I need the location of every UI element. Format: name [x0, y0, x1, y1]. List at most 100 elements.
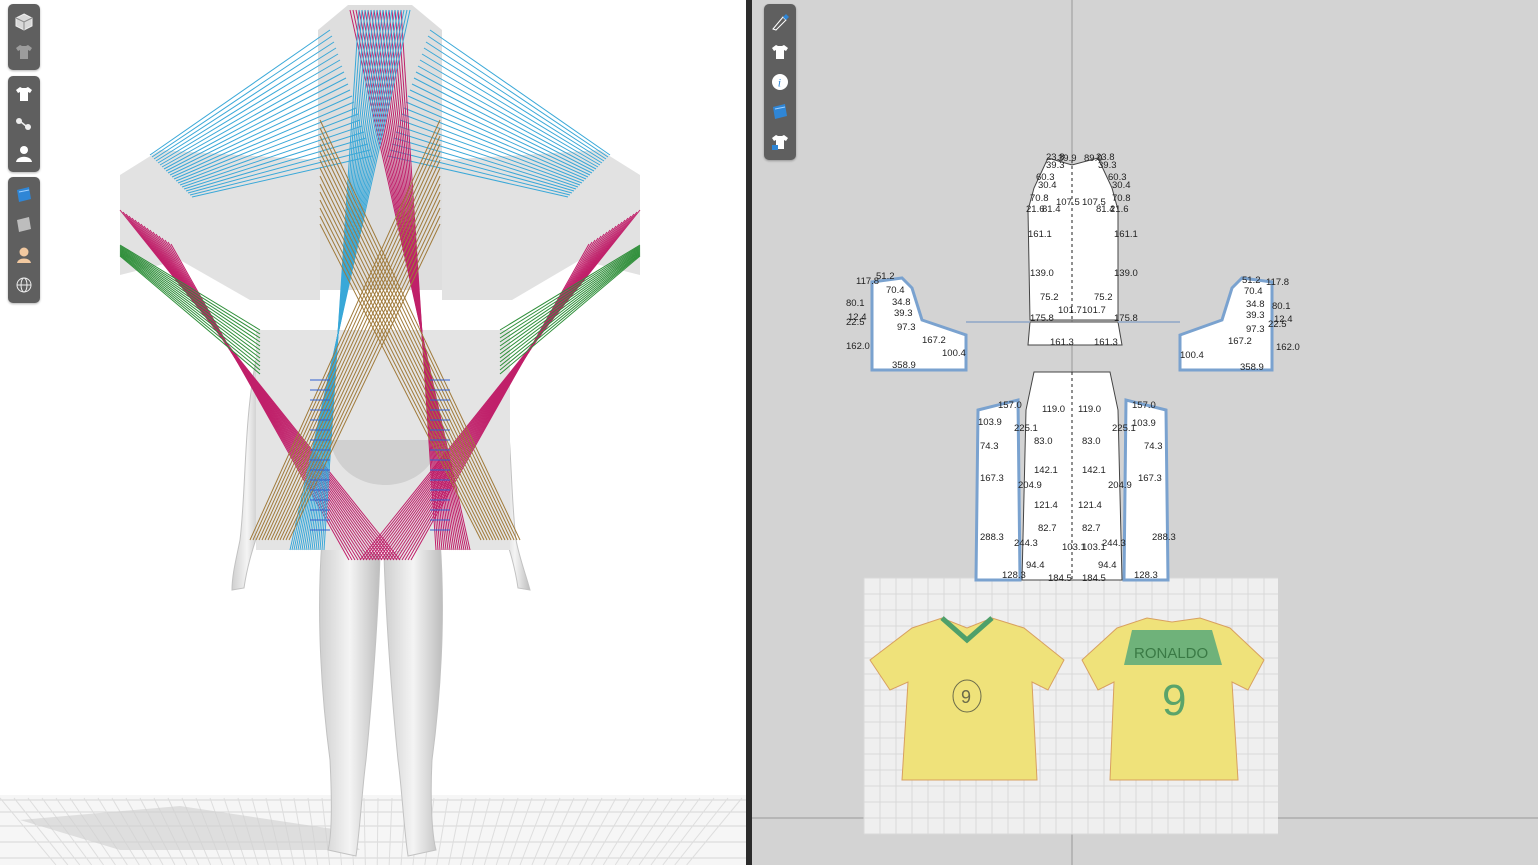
measurement-label: 121.4	[1034, 500, 1058, 511]
measurement-label: 142.1	[1034, 465, 1058, 476]
measurement-label: 204.9	[1108, 480, 1132, 491]
measurement-label: 83.0	[1034, 436, 1053, 447]
floor-grid	[0, 795, 746, 865]
measurement-label: 288.3	[1152, 532, 1176, 543]
measurement-label: 139.0	[1030, 268, 1054, 279]
measurement-label: 34.8	[892, 297, 911, 308]
measurement-label: 119.0	[1042, 404, 1065, 415]
avatar-skin-icon[interactable]	[8, 240, 40, 270]
measurement-label: 128.3	[1134, 570, 1158, 581]
cube-icon[interactable]	[8, 7, 40, 37]
measurement-label: 74.3	[980, 441, 999, 452]
measurement-label: 97.3	[1246, 324, 1265, 335]
measurement-label: 167.2	[1228, 336, 1252, 347]
measurement-label: 70.8	[1112, 193, 1131, 204]
measurement-label: 30.4	[1038, 180, 1057, 191]
measurement-label: 30.4	[1112, 180, 1131, 191]
lock-shirt-icon[interactable]	[764, 127, 796, 157]
measurement-label: 75.2	[1040, 292, 1059, 303]
measurement-label: 175.8	[1030, 313, 1054, 324]
garment-panels[interactable]	[120, 5, 640, 550]
measurement-label: 94.4	[1098, 560, 1117, 571]
measurement-label: 204.9	[1018, 480, 1042, 491]
measurement-label: 101.7	[1082, 305, 1106, 316]
measurement-label: 101.7	[1058, 305, 1082, 316]
3d-viewport[interactable]	[0, 0, 746, 865]
measurement-label: 34.8	[1246, 299, 1265, 310]
back-number-label: 9	[1162, 676, 1186, 725]
svg-text:i: i	[778, 76, 781, 90]
measurement-label: 83.0	[1082, 436, 1101, 447]
measurement-label: 225.1	[1014, 423, 1038, 434]
measurement-label: 121.4	[1078, 500, 1102, 511]
measurement-label: 39.3	[894, 308, 913, 319]
info-icon[interactable]: i	[764, 67, 796, 97]
sewing-icon[interactable]	[8, 109, 40, 139]
measurement-label: 51.2	[876, 271, 895, 282]
measurement-label: 157.0	[1132, 400, 1156, 411]
measurement-label: 244.3	[1014, 538, 1038, 549]
measurement-label: 119.0	[1078, 404, 1101, 415]
avatar-icon[interactable]	[8, 139, 40, 169]
measurement-label: 162.0	[846, 341, 870, 352]
measurement-label: 39.3	[1246, 310, 1265, 321]
measurement-label: 94.4	[1026, 560, 1045, 571]
2d-toolbar: i	[764, 4, 796, 160]
measurement-label: 103.1	[1082, 542, 1106, 553]
back-name-label: RONALDO	[1134, 645, 1208, 662]
measurement-label: 97.3	[897, 322, 916, 333]
measurement-label: 80.1	[1272, 301, 1291, 312]
measurement-label: 100.4	[1180, 350, 1204, 361]
measurement-label: 81.4	[1096, 204, 1115, 215]
3d-toolbar-group-2	[8, 76, 40, 172]
measurement-label: 81.4	[1042, 204, 1061, 215]
measurement-label: 184.5	[1082, 573, 1106, 584]
measurement-label: 358.9	[892, 360, 916, 371]
measurement-label: 75.2	[1094, 292, 1113, 303]
measurement-label: 70.8	[1030, 193, 1049, 204]
3d-toolbar-group-1	[8, 4, 40, 70]
globe-icon[interactable]	[8, 270, 40, 300]
measurement-label: 167.3	[980, 473, 1004, 484]
shirt-gray-icon[interactable]	[8, 37, 40, 67]
measurement-label: 162.0	[1276, 342, 1300, 353]
measurement-label: 225.1	[1112, 423, 1136, 434]
3d-scene	[0, 5, 746, 865]
measurement-label: 358.9	[1240, 362, 1264, 373]
measurement-label: 70.4	[886, 285, 905, 296]
measurement-label: 100.4	[942, 348, 966, 359]
measurement-label: 70.4	[1244, 286, 1263, 297]
2d-pattern-canvas: 9 RONALDO 9 117.851.270.434.880.112.422.…	[752, 0, 1538, 865]
measurement-label: 157.0	[998, 400, 1022, 411]
reference-image[interactable]: 9 RONALDO 9	[863, 577, 1278, 835]
pen-icon[interactable]	[764, 7, 796, 37]
measurement-label: 167.3	[1138, 473, 1162, 484]
front-number-label: 9	[961, 687, 971, 707]
fabric-dark-icon[interactable]	[8, 210, 40, 240]
measurement-label: 175.8	[1114, 313, 1138, 324]
measurement-label: 22.5	[846, 317, 865, 328]
measurement-label: 167.2	[922, 335, 946, 346]
measurement-label: 74.3	[1144, 441, 1163, 452]
measurement-label: 80.1	[846, 298, 865, 309]
measurement-label: 22.5	[1268, 319, 1287, 330]
measurement-label: 82.7	[1082, 523, 1101, 534]
measurement-label: 161.1	[1114, 229, 1138, 240]
measurement-label: 51.2	[1242, 275, 1261, 286]
measurement-label: 128.3	[1002, 570, 1026, 581]
fabric-icon[interactable]	[8, 180, 40, 210]
measurement-label: 161.3	[1094, 337, 1118, 348]
measurement-label: 117.8	[1266, 277, 1289, 288]
fabric-icon-2d[interactable]	[764, 97, 796, 127]
measurement-label: 139.0	[1114, 268, 1138, 279]
measurement-label: 39.3	[1098, 160, 1117, 171]
measurement-label: 288.3	[980, 532, 1004, 543]
measurement-label: 142.1	[1082, 465, 1106, 476]
measurement-label: 103.9	[978, 417, 1002, 428]
shirt-icon[interactable]	[8, 79, 40, 109]
measurement-label: 161.1	[1028, 229, 1052, 240]
measurement-label: 39.3	[1046, 160, 1065, 171]
2d-pattern-viewport[interactable]: 9 RONALDO 9 117.8 51.2 70.4 34.8 80.1 12…	[752, 0, 1538, 865]
shirt-icon-2d[interactable]	[764, 37, 796, 67]
measurement-label: 184.5	[1048, 573, 1072, 584]
